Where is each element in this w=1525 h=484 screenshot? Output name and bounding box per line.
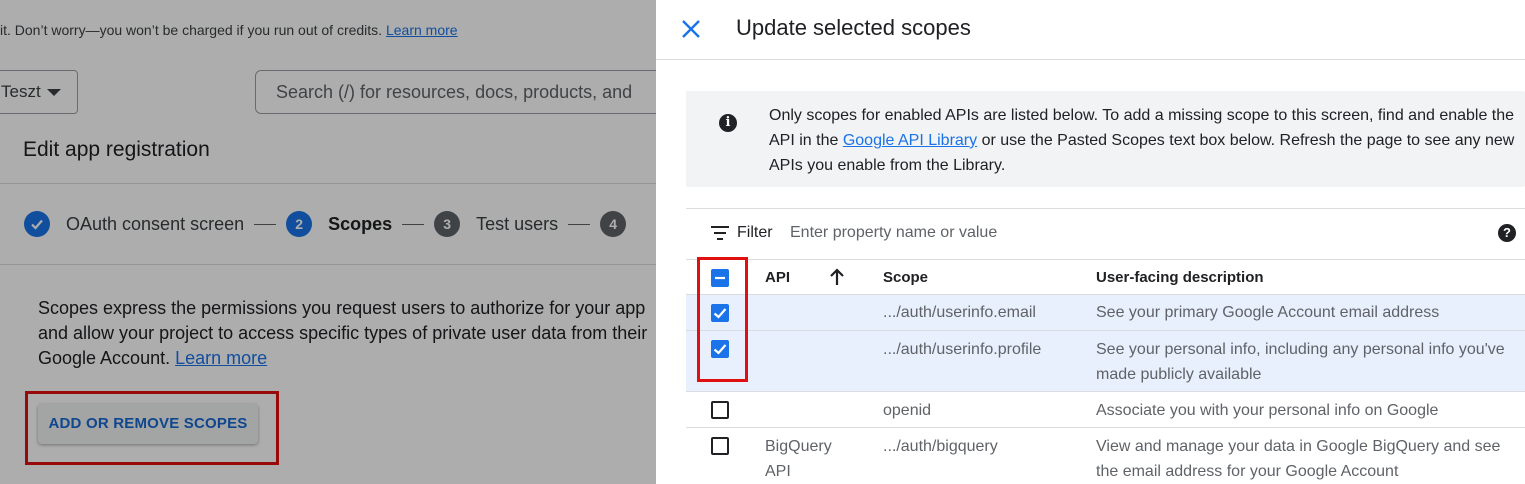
highlight-box xyxy=(697,257,748,382)
row-api: BigQuery API xyxy=(765,438,832,480)
google-api-library-link[interactable]: Google API Library xyxy=(843,132,977,149)
help-icon[interactable]: ? xyxy=(1498,224,1516,242)
table-row[interactable]: BigQuery API .../auth/bigquery View and … xyxy=(686,428,1525,484)
modal-scrim[interactable] xyxy=(0,0,656,484)
row-scope: .../auth/userinfo.email xyxy=(883,304,1036,321)
sort-arrow-up-icon[interactable] xyxy=(829,268,845,291)
drawer-title: Update selected scopes xyxy=(736,15,971,40)
row-scope: .../auth/userinfo.profile xyxy=(883,341,1042,358)
table-row[interactable]: openid Associate you with your personal … xyxy=(686,392,1525,428)
filter-label: Filter xyxy=(737,224,773,241)
table-header: API Scope User-facing description xyxy=(686,259,1525,295)
divider xyxy=(686,208,1525,209)
row-checkbox[interactable] xyxy=(711,437,729,455)
drawer-header: Update selected scopes xyxy=(656,0,1525,60)
background-page: it. Don’t worry—you won’t be charged if … xyxy=(0,0,656,484)
row-scope: openid xyxy=(883,402,932,419)
row-description: View and manage your data in Google BigQ… xyxy=(1096,438,1501,480)
table-row[interactable]: .../auth/userinfo.email See your primary… xyxy=(686,295,1525,331)
row-checkbox[interactable] xyxy=(711,401,729,419)
column-header-api[interactable]: API xyxy=(765,269,790,286)
filter-input[interactable]: Enter property name or value xyxy=(790,224,997,242)
info-text: Only scopes for enabled APIs are listed … xyxy=(769,103,1519,178)
row-description: See your personal info, including any pe… xyxy=(1096,341,1505,383)
table-row[interactable]: .../auth/userinfo.profile See your perso… xyxy=(686,331,1525,392)
filter-icon[interactable] xyxy=(711,226,729,240)
row-description: Associate you with your personal info on… xyxy=(1096,402,1439,419)
update-scopes-drawer: Update selected scopes i Only scopes for… xyxy=(656,0,1525,484)
info-icon: i xyxy=(719,114,737,132)
close-icon[interactable] xyxy=(680,18,702,40)
column-header-description[interactable]: User-facing description xyxy=(1096,269,1264,286)
row-description: See your primary Google Account email ad… xyxy=(1096,304,1440,321)
row-scope: .../auth/bigquery xyxy=(883,438,998,455)
info-banner: i Only scopes for enabled APIs are liste… xyxy=(686,91,1525,187)
column-header-scope[interactable]: Scope xyxy=(883,269,928,286)
